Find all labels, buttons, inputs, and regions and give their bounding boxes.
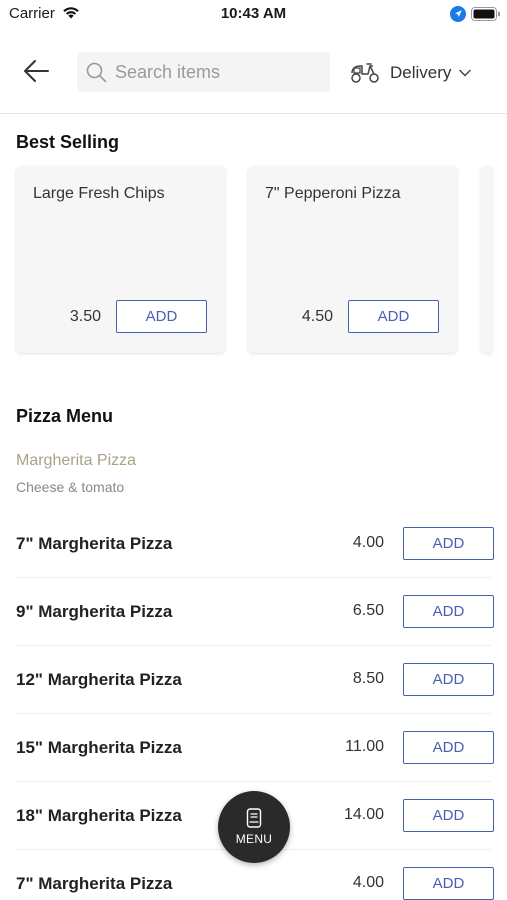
add-button[interactable]: ADD (348, 300, 439, 333)
menu-row: 9" Margherita Pizza 6.50 ADD (0, 578, 507, 646)
add-button[interactable]: ADD (403, 731, 494, 764)
best-selling-card[interactable]: 7" Pepperoni Pizza 4.50 ADD (248, 166, 457, 353)
menu-item-name: 7" Margherita Pizza (16, 534, 173, 553)
scooter-icon (351, 63, 379, 83)
menu-fab-label: MENU (235, 832, 273, 846)
card-item-name: 7" Pepperoni Pizza (265, 185, 401, 202)
menu-item-price: 4.00 (352, 874, 384, 891)
best-selling-card[interactable]: Large Fresh Chips 3.50 ADD (16, 166, 225, 353)
menu-item-name: 18" Margherita Pizza (16, 806, 182, 825)
subcategory-title: Margherita Pizza (16, 452, 137, 469)
menu-row: 15" Margherita Pizza 11.00 ADD (0, 714, 507, 782)
header: Delivery (0, 28, 507, 114)
status-time: 10:43 AM (220, 5, 287, 22)
subcategory-description: Cheese & tomato (16, 479, 125, 495)
menu-fab-button[interactable]: MENU (218, 791, 290, 863)
menu-item-price: 4.00 (352, 534, 384, 551)
location-arrow-icon (450, 6, 466, 22)
battery-icon (471, 7, 500, 21)
card-item-price: 4.50 (301, 308, 333, 325)
menu-item-price: 6.50 (352, 602, 384, 619)
search-icon (86, 62, 107, 83)
chevron-down-icon (459, 69, 472, 77)
add-button[interactable]: ADD (403, 663, 494, 696)
card-item-name: Large Fresh Chips (33, 185, 165, 202)
status-bar: Carrier 10:43 AM (0, 0, 507, 28)
delivery-label: Delivery (390, 63, 452, 82)
best-selling-card-peek[interactable] (481, 166, 492, 353)
menu-item-name: 12" Margherita Pizza (16, 670, 182, 689)
menu-item-name: 15" Margherita Pizza (16, 738, 182, 757)
add-button[interactable]: ADD (403, 595, 494, 628)
menu-item-price: 14.00 (343, 806, 384, 823)
menu-item-price: 11.00 (345, 738, 384, 755)
delivery-selector[interactable]: Delivery (350, 60, 472, 86)
menu-card-icon (246, 808, 262, 828)
add-button[interactable]: ADD (116, 300, 207, 333)
best-selling-title: Best Selling (16, 132, 120, 152)
search-input[interactable] (115, 60, 315, 84)
search-box[interactable] (77, 52, 330, 92)
pizza-menu-title: Pizza Menu (16, 406, 114, 426)
menu-row: 12" Margherita Pizza 8.50 ADD (0, 646, 507, 714)
menu-item-name: 7" Margherita Pizza (16, 874, 173, 893)
add-button[interactable]: ADD (403, 799, 494, 832)
add-button[interactable]: ADD (403, 867, 494, 900)
card-item-price: 3.50 (69, 308, 101, 325)
menu-item-name: 9" Margherita Pizza (16, 602, 173, 621)
add-button[interactable]: ADD (403, 527, 494, 560)
back-arrow-icon[interactable] (22, 58, 50, 84)
menu-row: 7" Margherita Pizza 4.00 ADD (0, 510, 507, 578)
menu-item-price: 8.50 (352, 670, 384, 687)
